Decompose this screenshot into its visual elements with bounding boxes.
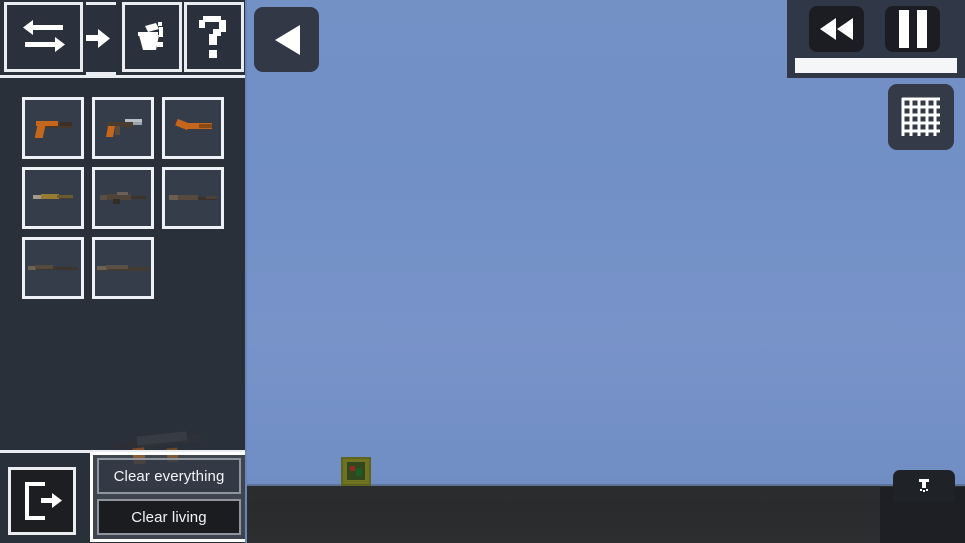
item-slot-sniper-rifle[interactable] bbox=[22, 237, 84, 299]
app-root: Clear everything Clear living bbox=[0, 0, 965, 543]
next-button[interactable] bbox=[86, 2, 116, 75]
swap-arrows-icon bbox=[22, 20, 65, 52]
grid-icon bbox=[901, 97, 940, 136]
sawed-off-sprite bbox=[173, 118, 213, 137]
rewind-icon bbox=[819, 18, 853, 40]
clear-living-label: Clear living bbox=[131, 508, 207, 526]
weapon-item-grid bbox=[18, 93, 228, 303]
pistol-sprite bbox=[32, 117, 74, 139]
anchor-icon bbox=[919, 479, 929, 492]
crate-marker-green bbox=[356, 468, 362, 476]
item-slot-smg[interactable] bbox=[92, 97, 154, 159]
battle-rifle-sprite bbox=[168, 191, 218, 205]
shotgun-sprite bbox=[96, 262, 150, 274]
item-slot-sawed-off[interactable] bbox=[162, 97, 224, 159]
carbine-sprite bbox=[31, 191, 75, 205]
sniper-rifle-sprite bbox=[27, 262, 79, 274]
clear-everything-label: Clear everything bbox=[113, 467, 225, 485]
item-slot-carbine[interactable] bbox=[22, 167, 84, 229]
clear-buttons-group: Clear everything Clear living bbox=[90, 452, 245, 542]
pause-button[interactable] bbox=[885, 6, 940, 52]
question-mark-icon bbox=[199, 16, 226, 58]
item-slot-assault-rifle[interactable] bbox=[92, 167, 154, 229]
help-button[interactable] bbox=[184, 2, 244, 72]
grid-toggle-button[interactable] bbox=[888, 84, 954, 150]
timeline-scrubber[interactable] bbox=[795, 58, 957, 73]
item-slot-pistol[interactable] bbox=[22, 97, 84, 159]
triangle-left-icon bbox=[274, 24, 300, 55]
playback-panel bbox=[787, 0, 965, 78]
clear-living-button[interactable]: Clear living bbox=[97, 499, 241, 535]
smg-sprite bbox=[101, 116, 145, 140]
arrow-right-icon bbox=[86, 28, 110, 48]
clear-everything-button[interactable]: Clear everything bbox=[97, 458, 241, 494]
pause-bar-right bbox=[916, 10, 927, 48]
bottom-dock-button[interactable] bbox=[893, 470, 955, 502]
crate-marker-red bbox=[350, 466, 355, 471]
pause-bar-left bbox=[898, 10, 909, 48]
paint-bucket-icon bbox=[138, 22, 163, 50]
item-slot-battle-rifle[interactable] bbox=[162, 167, 224, 229]
assault-rifle-sprite bbox=[99, 190, 147, 206]
item-slot-shotgun[interactable] bbox=[92, 237, 154, 299]
back-button[interactable] bbox=[254, 7, 319, 72]
paint-bucket-button[interactable] bbox=[122, 2, 182, 72]
exit-button[interactable] bbox=[8, 467, 76, 535]
swap-button[interactable] bbox=[4, 2, 83, 72]
world-entity-crate[interactable] bbox=[341, 457, 371, 486]
toolbar bbox=[0, 0, 245, 78]
rewind-button[interactable] bbox=[809, 6, 864, 52]
exit-door-icon bbox=[25, 482, 62, 520]
